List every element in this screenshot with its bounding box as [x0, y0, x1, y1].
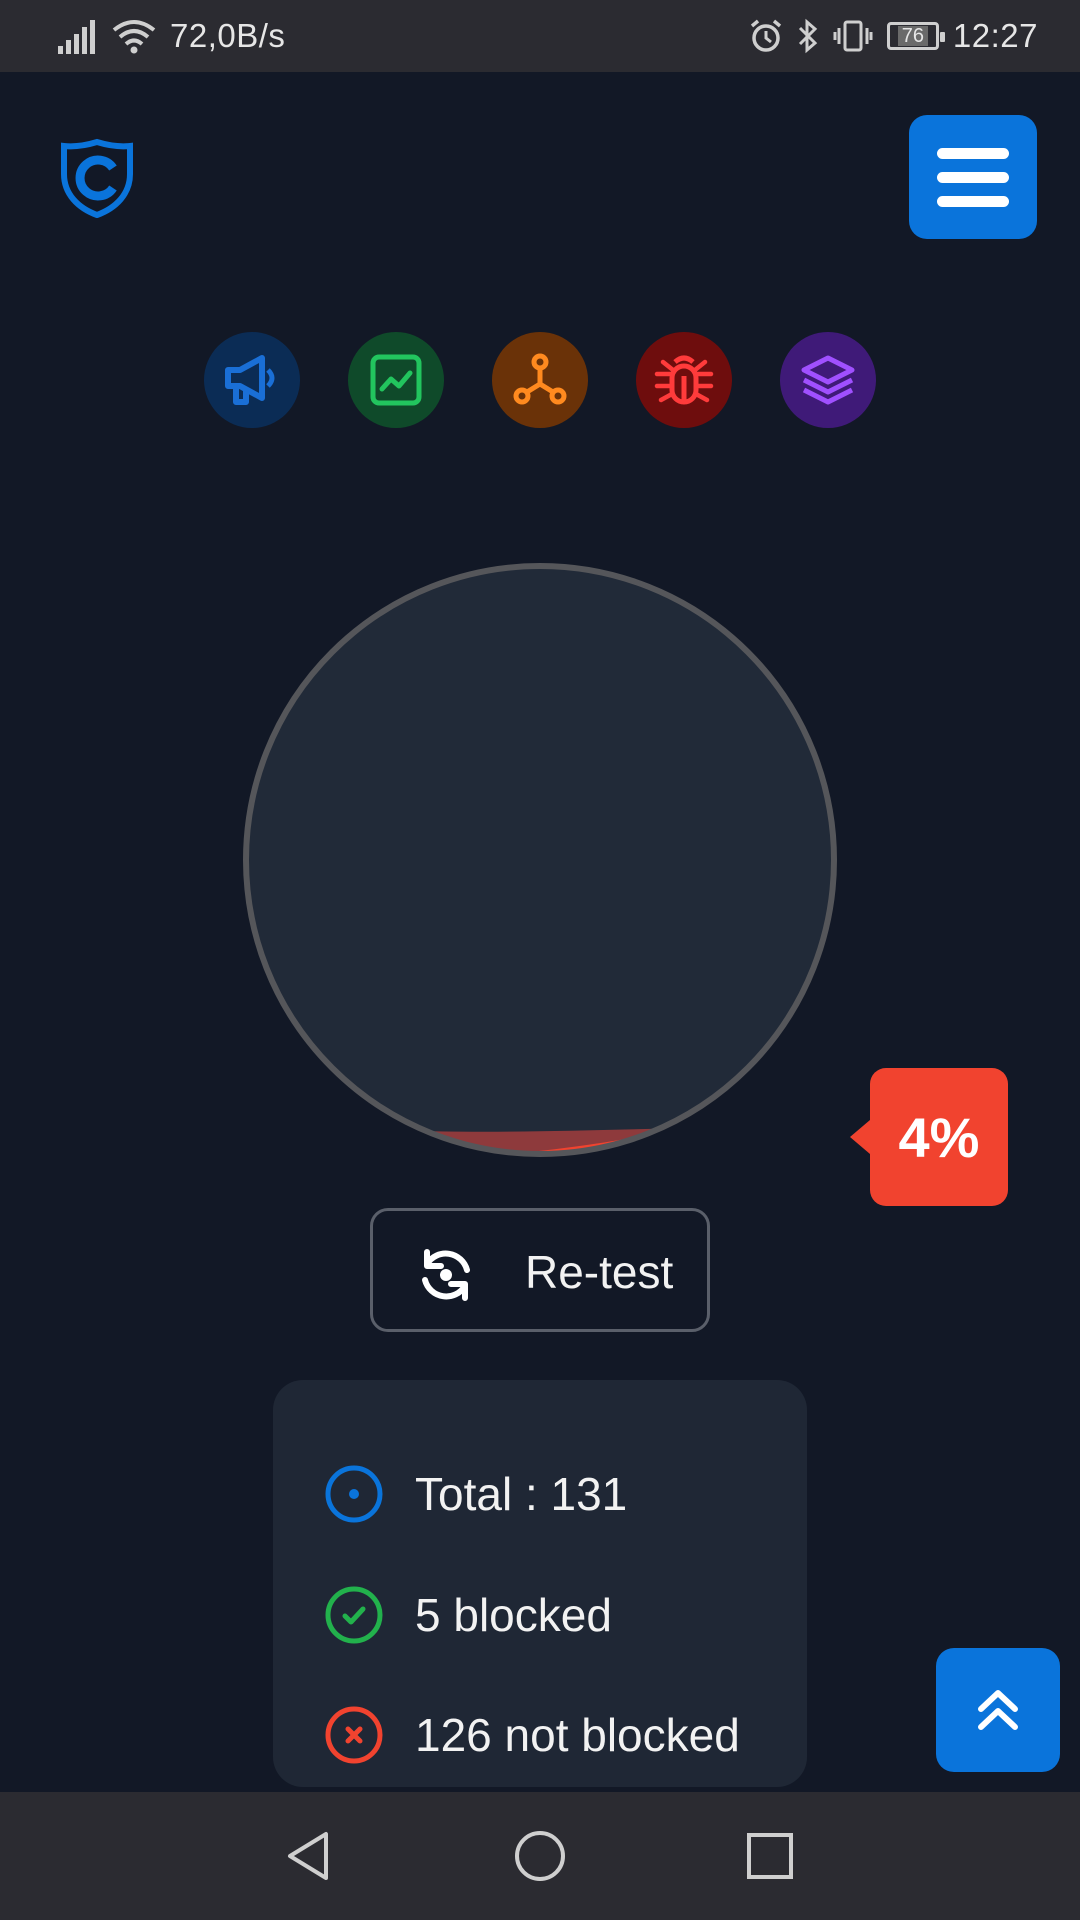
- not-blocked-count: 126 not blocked: [415, 1709, 740, 1761]
- x-circle-icon: [325, 1706, 383, 1764]
- battery-level: 76: [897, 26, 929, 46]
- shield-logo-icon: [61, 138, 133, 218]
- navigation-bar: [0, 1792, 1080, 1920]
- recents-square-icon[interactable]: [740, 1826, 800, 1886]
- alarm-icon: [750, 19, 782, 52]
- hamburger-bar: [937, 195, 1009, 207]
- category-icons: [204, 332, 876, 428]
- layers-icon: [801, 355, 855, 405]
- battery-icon: 76: [886, 22, 945, 50]
- network-speed: 72,0B/s: [170, 17, 286, 54]
- stat-blocked: 5 blocked: [325, 1585, 612, 1645]
- back-triangle-icon[interactable]: [280, 1826, 340, 1886]
- retest-label: Re-test: [525, 1246, 674, 1298]
- total-count: Total : 131: [415, 1468, 628, 1520]
- refresh-icon: [422, 1249, 470, 1301]
- percent-badge: 4%: [850, 1068, 1008, 1206]
- percent-label: 4%: [898, 1105, 980, 1169]
- blocked-count: 5 blocked: [415, 1589, 612, 1641]
- hamburger-menu-icon: [937, 147, 1009, 159]
- retest-button[interactable]: Re-test: [370, 1208, 710, 1332]
- check-circle-icon: [325, 1586, 383, 1644]
- status-bar: 72,0B/s 76 12:27: [0, 0, 1080, 72]
- vibrate-icon: [833, 20, 873, 52]
- category-malware-button[interactable]: [636, 332, 732, 428]
- stats-panel: Total : 131 5 blocked 126 not blocked: [273, 1380, 807, 1787]
- stat-total: Total : 131: [325, 1464, 627, 1524]
- stat-not-blocked: 126 not blocked: [325, 1705, 740, 1765]
- chart-icon: [370, 354, 422, 406]
- home-circle-icon[interactable]: [510, 1826, 570, 1886]
- target-icon: [325, 1465, 383, 1523]
- bug-icon: [654, 355, 714, 405]
- hamburger-bar: [937, 171, 1009, 183]
- double-chevron-up-icon: [978, 1690, 1018, 1730]
- network-nodes-icon: [513, 353, 567, 405]
- category-ads-button[interactable]: [204, 332, 300, 428]
- bluetooth-icon: [798, 18, 818, 54]
- megaphone-icon: [225, 355, 275, 405]
- wifi-icon: [112, 20, 156, 54]
- signal-icon: [58, 20, 95, 54]
- category-tracking-button[interactable]: [492, 332, 588, 428]
- clock: 12:27: [952, 17, 1038, 54]
- scroll-top-button[interactable]: [936, 1648, 1060, 1772]
- category-other-button[interactable]: [780, 332, 876, 428]
- category-analytics-button[interactable]: [348, 332, 444, 428]
- menu-button[interactable]: [909, 115, 1037, 239]
- protection-gauge: [243, 563, 837, 1157]
